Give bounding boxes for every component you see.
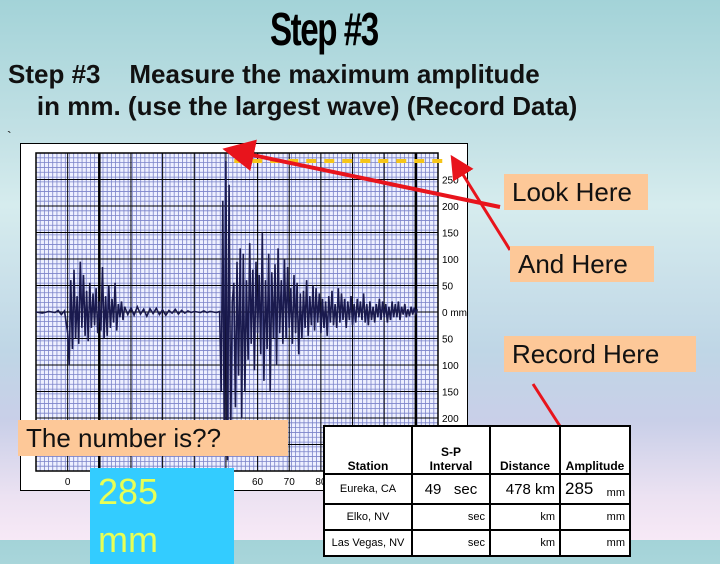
cell-amplitude[interactable]: 285 mm [559,473,631,505]
cell-station: Elko, NV [323,503,413,531]
sp-unit: sec [453,480,478,498]
cell-station: Las Vegas, NV [323,529,413,557]
cell-station: Eureka, CA [323,473,413,505]
cell-distance[interactable]: km [489,529,561,557]
answer-value: 285 mm [90,468,234,564]
callout-look-here: Look Here [504,174,648,210]
arrow-look-here [222,139,501,209]
header-sp-line1: S-P [440,445,461,459]
table-row: Las Vegas, NV sec km mm [323,529,631,557]
cell-amplitude[interactable]: mm [559,529,631,557]
header-amplitude: Amplitude [559,425,631,475]
header-sp-line2: Interval [429,459,473,473]
cell-distance[interactable]: 478 km [489,473,561,505]
table-row: Eureka, CA 49 sec 478 km 285 mm [323,473,631,505]
header-station: Station [323,425,413,475]
cell-amplitude[interactable]: mm [559,503,631,531]
amp-unit: mm [606,487,625,499]
cell-sp-interval[interactable]: 49 sec [411,473,491,505]
arrow-and-here [450,154,512,251]
sp-value: 49 [424,480,442,498]
record-table: Station S-P Interval Distance Amplitude E… [323,425,631,557]
header-distance: Distance [489,425,561,475]
question-label: The number is?? [18,420,288,456]
callout-and-here: And Here [510,246,654,282]
table-row: Elko, NV sec km mm [323,503,631,531]
callout-record-here: Record Here [504,336,696,372]
amp-value: 285 [565,479,594,498]
table-header-row: Station S-P Interval Distance Amplitude [323,425,631,475]
cell-distance[interactable]: km [489,503,561,531]
cell-sp-interval[interactable]: sec [411,529,491,557]
cell-sp-interval[interactable]: sec [411,503,491,531]
header-sp-interval: S-P Interval [411,425,491,475]
